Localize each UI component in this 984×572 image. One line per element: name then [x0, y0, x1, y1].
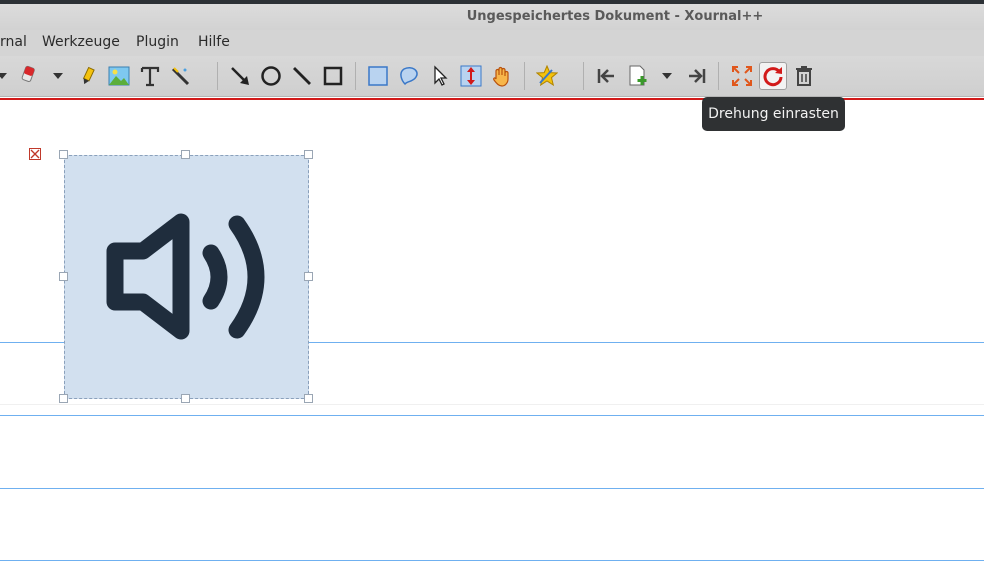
star-icon[interactable]	[535, 64, 559, 88]
text-icon[interactable]	[138, 64, 162, 88]
window-title: Ungespeichertes Dokument - Xournal++	[466, 9, 764, 24]
ruled-line	[0, 488, 984, 489]
toolbar-separator	[583, 62, 584, 90]
new-page-dropdown[interactable]	[662, 73, 672, 79]
vertical-space-icon[interactable]	[459, 64, 483, 88]
toolbar-separator	[355, 62, 356, 90]
rotation-snap-icon[interactable]	[759, 62, 787, 90]
resize-handle-bottom[interactable]	[181, 394, 190, 403]
hand-icon[interactable]	[490, 64, 514, 88]
resize-handle-top-left[interactable]	[59, 150, 68, 159]
eraser-icon[interactable]	[16, 64, 40, 88]
resize-handle-left[interactable]	[59, 272, 68, 281]
toolbar	[0, 56, 984, 97]
resize-handle-bottom-left[interactable]	[59, 394, 68, 403]
select-rect-icon[interactable]	[366, 64, 390, 88]
menu-plugin[interactable]: Plugin	[136, 34, 179, 50]
speaker-volume-icon	[106, 213, 265, 340]
highlighter-icon[interactable]	[76, 64, 100, 88]
tooltip: Drehung einrasten	[702, 97, 845, 131]
image-icon[interactable]	[107, 64, 131, 88]
ruled-line	[0, 415, 984, 416]
rectangle-icon[interactable]	[321, 64, 345, 88]
delete-selection-icon[interactable]	[29, 148, 41, 160]
select-object-icon[interactable]	[428, 64, 452, 88]
new-page-icon[interactable]	[626, 64, 650, 88]
resize-handle-bottom-right[interactable]	[304, 394, 313, 403]
resize-handle-top[interactable]	[181, 150, 190, 159]
menu-hilfe[interactable]: Hilfe	[198, 34, 230, 50]
arrow-icon[interactable]	[228, 64, 252, 88]
first-page-icon[interactable]	[594, 64, 618, 88]
ruler-pen-icon[interactable]	[168, 64, 192, 88]
ruled-line	[0, 560, 984, 561]
faint-line	[0, 404, 984, 405]
pen-dropdown[interactable]	[0, 73, 7, 79]
fullscreen-icon[interactable]	[730, 64, 754, 88]
select-lasso-icon[interactable]	[397, 64, 421, 88]
delete-icon[interactable]	[792, 64, 816, 88]
ellipse-icon[interactable]	[259, 64, 283, 88]
selected-image[interactable]	[64, 155, 309, 399]
toolbar-separator	[217, 62, 218, 90]
last-page-icon[interactable]	[685, 64, 709, 88]
resize-handle-right[interactable]	[304, 272, 313, 281]
resize-handle-top-right[interactable]	[304, 150, 313, 159]
toolbar-separator	[718, 62, 719, 90]
line-icon[interactable]	[290, 64, 314, 88]
menu-bar: rnal Werkzeuge Plugin Hilfe	[0, 30, 984, 56]
menu-journal[interactable]: rnal	[0, 34, 27, 50]
menu-werkzeuge[interactable]: Werkzeuge	[42, 34, 120, 50]
eraser-dropdown[interactable]	[53, 73, 63, 79]
toolbar-separator	[524, 62, 525, 90]
title-bar: Ungespeichertes Dokument - Xournal++	[0, 4, 984, 30]
